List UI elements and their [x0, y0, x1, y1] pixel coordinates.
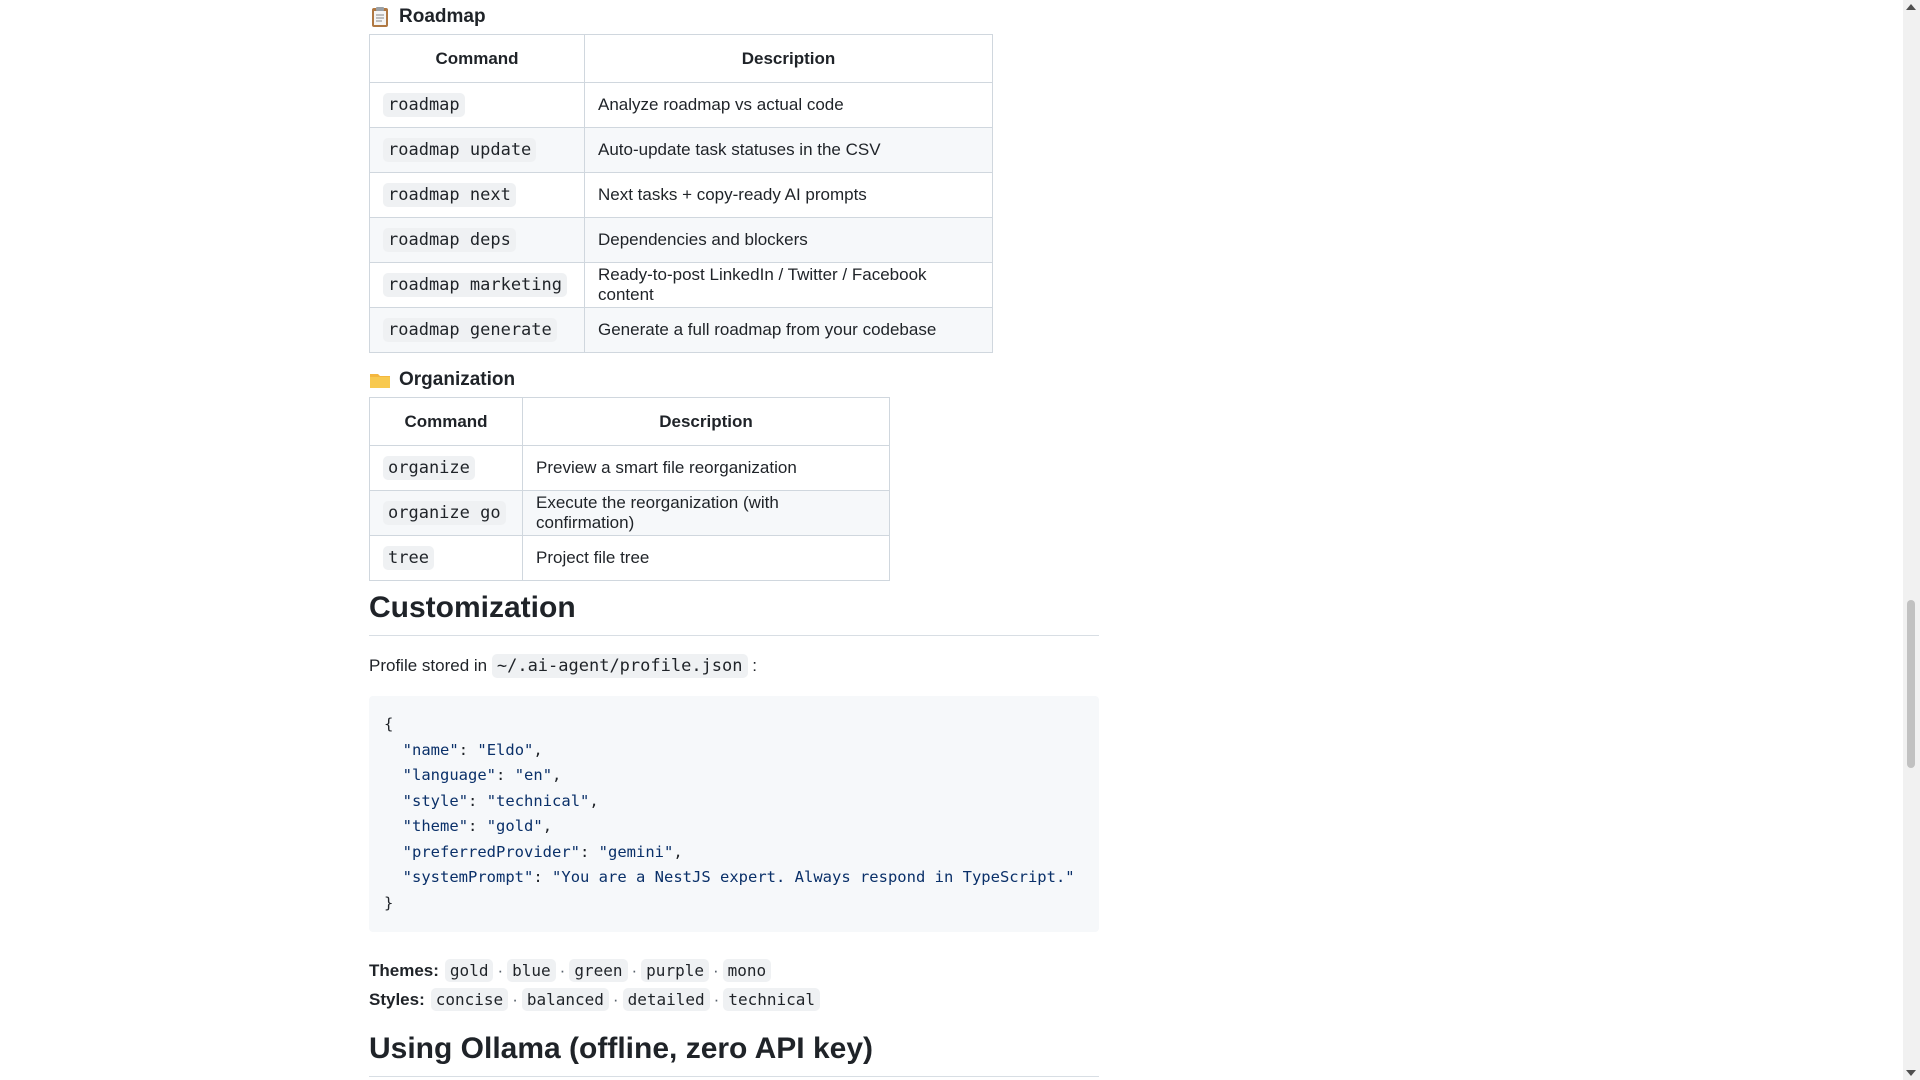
description-cell: Project file tree — [522, 535, 890, 581]
table-row: roadmap generate Generate a full roadmap … — [369, 307, 993, 353]
option-code: detailed — [622, 988, 710, 1011]
description-cell: Auto-update task statuses in the CSV — [584, 127, 993, 173]
command-cell: roadmap deps — [369, 217, 585, 263]
command-code: organize — [383, 456, 475, 480]
column-header: Command — [369, 397, 523, 446]
separator: · — [559, 961, 566, 980]
separator: · — [512, 990, 518, 1009]
roadmap-table: Command Description roadmap Analyze roadm… — [369, 34, 993, 353]
separator: · — [712, 961, 719, 980]
code-value: You are a NestJS expert. Always respond … — [561, 868, 1066, 886]
code-key: theme — [412, 817, 459, 835]
folder-icon — [370, 374, 390, 388]
profile-prefix: Profile stored in — [369, 656, 488, 675]
styles-label: Styles: — [369, 990, 425, 1009]
option-code: balanced — [521, 988, 609, 1011]
themes-label: Themes: — [369, 961, 439, 980]
code-value: gemini — [608, 842, 665, 861]
command-code: roadmap generate — [383, 318, 557, 342]
separator: · — [713, 990, 720, 1009]
scroll-thumb[interactable] — [1907, 600, 1915, 768]
customization-heading: Customization — [369, 591, 1099, 636]
code-value: gold — [496, 817, 534, 835]
profile-path-code: ~/.ai-agent/profile.json — [491, 654, 748, 678]
column-header: Description — [584, 34, 993, 83]
code-key: preferredProvider — [412, 842, 571, 861]
table-row: organize Preview a smart file reorganizat… — [369, 445, 890, 491]
table-row: roadmap update Auto-update task statuses … — [369, 127, 993, 173]
organization-heading: Organization — [369, 363, 1099, 397]
roadmap-heading: Roadmap — [369, 0, 1099, 34]
roadmap-heading-text: Roadmap — [399, 6, 486, 27]
code-key: language — [412, 766, 487, 784]
option-code: technical — [723, 988, 821, 1011]
command-code: roadmap — [383, 93, 465, 117]
profile-suffix: : — [752, 656, 757, 675]
scroll-up-arrow-icon[interactable] — [1906, 4, 1916, 10]
organization-table: Command Description organize Preview a sm… — [369, 397, 890, 581]
command-code: roadmap next — [383, 183, 516, 207]
column-header: Command — [369, 34, 585, 83]
table-row: roadmap Analyze roadmap vs actual code — [369, 82, 993, 128]
scroll-down-arrow-icon[interactable] — [1906, 1070, 1916, 1076]
command-cell: roadmap update — [369, 127, 585, 173]
description-cell: Ready-to-post LinkedIn / Twitter / Faceb… — [584, 262, 993, 308]
command-cell: roadmap marketing — [369, 262, 585, 308]
vertical-scrollbar[interactable] — [1903, 0, 1920, 1080]
code-line: "systemPrompt": "You are a NestJS expert… — [402, 868, 1075, 886]
option-code: mono — [722, 959, 772, 982]
option-code: gold — [444, 959, 494, 982]
command-cell: tree — [369, 535, 523, 581]
code-line: "language": "en", — [402, 766, 562, 784]
command-cell: organize go — [369, 490, 523, 536]
profile-code-block[interactable]: { "name": "Eldo", "language": "en", "sty… — [369, 696, 1099, 932]
separator: · — [631, 961, 638, 980]
code-value: Eldo — [486, 740, 525, 759]
table-row: tree Project file tree — [369, 535, 890, 581]
description-cell: Analyze roadmap vs actual code — [584, 82, 993, 128]
command-cell: roadmap — [369, 82, 585, 128]
command-code: roadmap marketing — [383, 273, 567, 297]
table-row: roadmap marketing Ready-to-post LinkedIn … — [369, 262, 993, 308]
description-cell: Preview a smart file reorganization — [522, 445, 890, 491]
option-code: blue — [507, 959, 556, 982]
code-line: "name": "Eldo", — [402, 740, 543, 759]
description-cell: Next tasks + copy-ready AI prompts — [584, 172, 993, 218]
code-key: systemPrompt — [412, 868, 524, 886]
ollama-heading: Using Ollama (offline, zero API key) — [369, 1032, 1099, 1077]
clipboard-icon — [372, 7, 388, 27]
command-code: organize go — [383, 501, 506, 525]
markdown-content: Roadmap Command Description roadmap Analy… — [369, 0, 1099, 1077]
code-line: "style": "technical", — [402, 791, 599, 810]
command-code: roadmap deps — [383, 228, 516, 252]
description-cell: Execute the reorganization (with confirm… — [522, 490, 890, 536]
command-code: tree — [383, 546, 434, 570]
table-row: organize go Execute the reorganization (w… — [369, 490, 890, 536]
option-code: green — [569, 959, 628, 982]
themes-line: Themes: gold · blue · green · purple · mono — [369, 956, 1099, 985]
column-header: Description — [522, 397, 890, 446]
styles-line: Styles: concise · balanced · detailed · technic… — [369, 985, 1099, 1014]
code-value: en — [524, 766, 543, 784]
code-line: "preferredProvider": "gemini", — [402, 842, 683, 861]
profile-paragraph: Profile stored in ~/.ai-agent/profile.js… — [369, 654, 1099, 678]
command-cell: organize — [369, 445, 523, 491]
command-cell: roadmap next — [369, 172, 585, 218]
code-line: "theme": "gold", — [402, 817, 553, 835]
table-row: roadmap deps Dependencies and blockers — [369, 217, 993, 263]
option-code: concise — [430, 988, 509, 1011]
separator: · — [497, 961, 504, 980]
table-row: roadmap next Next tasks + copy-ready AI p… — [369, 172, 993, 218]
description-cell: Generate a full roadmap from your codeba… — [584, 307, 993, 353]
description-cell: Dependencies and blockers — [584, 217, 993, 263]
code-value: technical — [496, 791, 581, 810]
organization-heading-text: Organization — [399, 369, 516, 390]
code-key: name — [412, 740, 450, 759]
command-code: roadmap update — [383, 138, 537, 162]
command-cell: roadmap generate — [369, 307, 585, 353]
code-key: style — [412, 791, 459, 810]
separator: · — [612, 990, 619, 1009]
option-code: purple — [641, 959, 709, 982]
